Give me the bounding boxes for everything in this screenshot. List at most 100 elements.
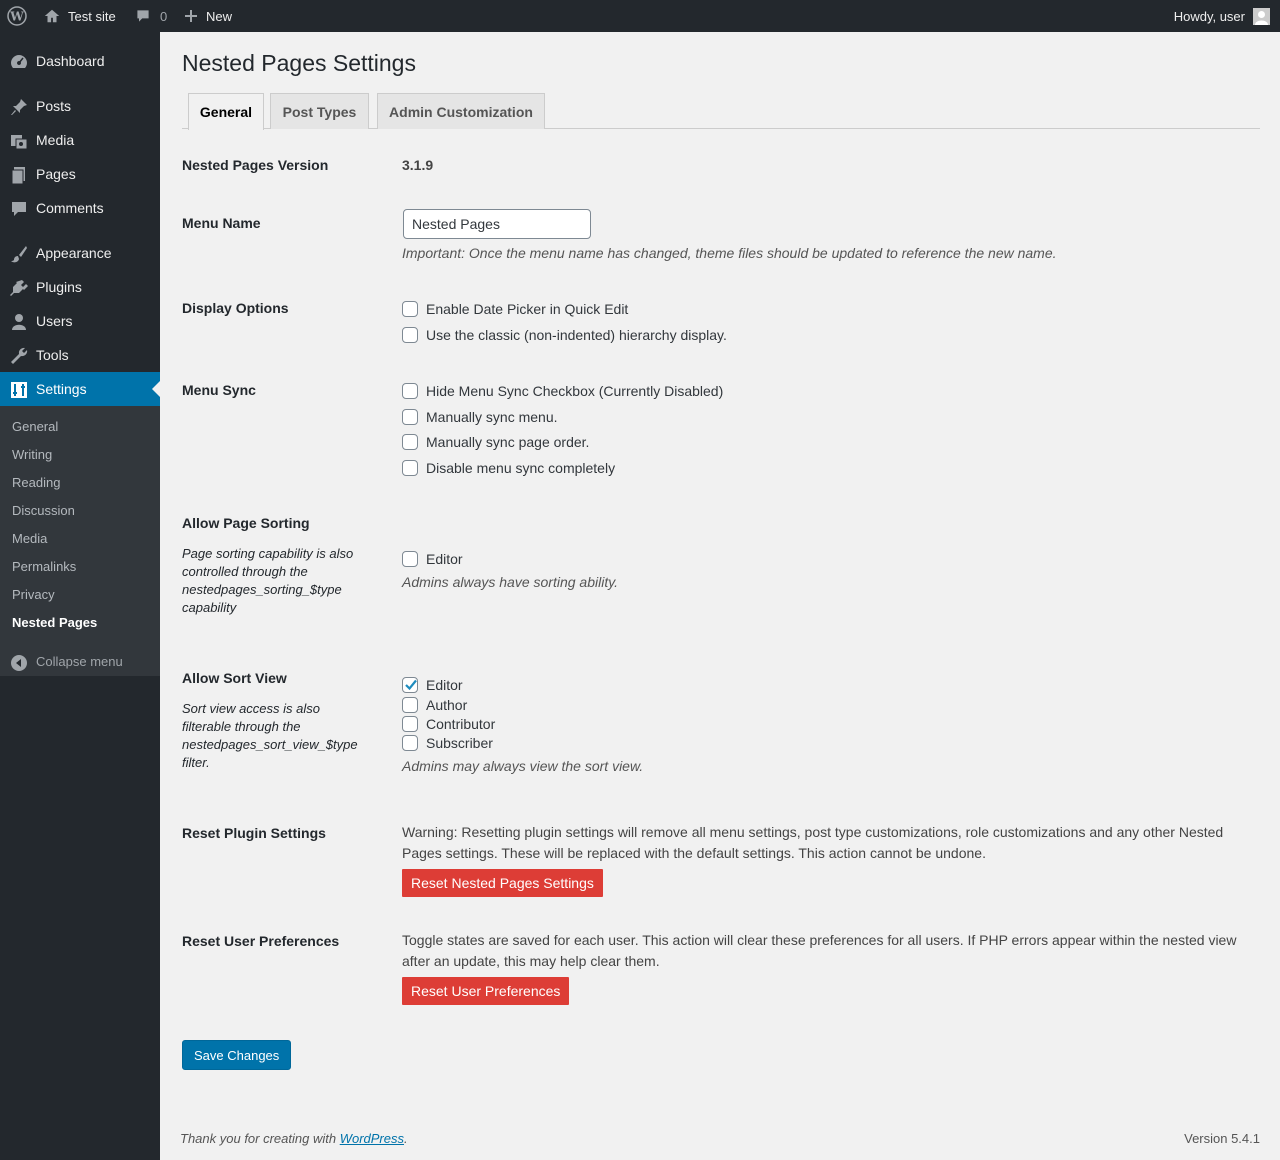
menu-item-label: Comments bbox=[36, 200, 104, 216]
disable-sync-checkbox[interactable] bbox=[402, 460, 418, 476]
reset-plugin-warning: Warning: Resetting plugin settings will … bbox=[402, 824, 1224, 861]
menu-item-label: Pages bbox=[36, 166, 76, 182]
submenu-item-general[interactable]: General bbox=[12, 419, 58, 434]
option-label: Contributor bbox=[426, 716, 496, 732]
sortview-subscriber-checkbox[interactable] bbox=[402, 735, 418, 751]
classic-display-option[interactable]: Use the classic (non-indented) hierarchy… bbox=[402, 326, 727, 344]
sortview-editor-option[interactable]: Editor bbox=[402, 676, 463, 694]
submenu-item-writing[interactable]: Writing bbox=[12, 447, 52, 462]
menu-item-tools[interactable]: Tools bbox=[0, 338, 160, 372]
comment-icon bbox=[137, 10, 149, 22]
option-label: Use the classic (non-indented) hierarchy… bbox=[426, 327, 727, 343]
sortview-subscriber-option[interactable]: Subscriber bbox=[402, 734, 493, 752]
dashboard-icon bbox=[11, 55, 27, 68]
option-label: Enable Date Picker in Quick Edit bbox=[426, 301, 629, 317]
brush-icon bbox=[11, 246, 27, 263]
main-content: Nested Pages Settings General Post Types… bbox=[160, 32, 1280, 1160]
option-label: Editor bbox=[426, 551, 463, 567]
menu-name-value: Nested Pages bbox=[412, 216, 500, 232]
submenu-item-reading[interactable]: Reading bbox=[12, 475, 60, 490]
submenu-item-media[interactable]: Media bbox=[12, 531, 47, 546]
footer-thanks-text: Thank you for creating with bbox=[180, 1131, 340, 1146]
footer-thanks: Thank you for creating with WordPress. bbox=[180, 1131, 408, 1146]
disable-sync-option[interactable]: Disable menu sync completely bbox=[402, 459, 615, 477]
version-label: Nested Pages Version bbox=[182, 157, 329, 173]
tab-admin-customization[interactable]: Admin Customization bbox=[377, 93, 545, 129]
tab-post-types[interactable]: Post Types bbox=[270, 93, 369, 129]
reset-user-preferences-button[interactable]: Reset User Preferences bbox=[402, 977, 570, 1005]
wordpress-link[interactable]: WordPress bbox=[340, 1131, 404, 1146]
reset-plugin-settings-button[interactable]: Reset Nested Pages Settings bbox=[402, 869, 603, 897]
sortview-editor-checkbox[interactable] bbox=[402, 677, 418, 693]
howdy-text: Howdy, user bbox=[1173, 8, 1245, 24]
manual-sync-order-checkbox[interactable] bbox=[402, 434, 418, 450]
save-changes-button[interactable]: Save Changes bbox=[182, 1040, 292, 1070]
reset-user-text: Toggle states are saved for each user. T… bbox=[402, 932, 1237, 969]
pages-icon bbox=[11, 167, 25, 185]
menu-item-comments[interactable]: Comments bbox=[0, 191, 160, 225]
submenu-item-permalinks[interactable]: Permalinks bbox=[12, 559, 76, 574]
manual-sync-menu-option[interactable]: Manually sync menu. bbox=[402, 408, 558, 426]
hide-sync-option[interactable]: Hide Menu Sync Checkbox (Currently Disab… bbox=[402, 382, 723, 400]
site-name: Test site bbox=[68, 8, 116, 24]
menu-item-pages[interactable]: Pages bbox=[0, 157, 160, 191]
sort-view-label: Allow Sort View bbox=[182, 670, 287, 686]
menu-item-posts[interactable]: Posts bbox=[0, 89, 160, 123]
avatar bbox=[1253, 7, 1270, 25]
manual-sync-order-option[interactable]: Manually sync page order. bbox=[402, 433, 589, 451]
admin-bar: W Test site 0 New Howdy, user bbox=[0, 0, 1280, 32]
date-picker-checkbox[interactable] bbox=[402, 301, 418, 317]
reset-plugin-label: Reset Plugin Settings bbox=[182, 825, 326, 841]
option-label: Disable menu sync completely bbox=[426, 460, 616, 476]
my-account-link[interactable]: Howdy, user bbox=[1174, 0, 1270, 32]
comments-link[interactable]: 0 bbox=[135, 0, 167, 32]
hide-sync-checkbox[interactable] bbox=[402, 383, 418, 399]
menu-item-label: Appearance bbox=[36, 245, 112, 261]
page-sorting-label: Allow Page Sorting bbox=[182, 515, 310, 531]
option-label: Manually sync menu. bbox=[426, 409, 558, 425]
submenu-item-nested-pages[interactable]: Nested Pages bbox=[12, 615, 97, 630]
menu-item-dashboard[interactable]: Dashboard bbox=[0, 44, 160, 78]
option-label: Subscriber bbox=[426, 735, 493, 751]
submenu-item-privacy[interactable]: Privacy bbox=[12, 587, 55, 602]
wrench-icon bbox=[11, 347, 28, 364]
menu-item-label: Dashboard bbox=[36, 53, 105, 69]
footer-period: . bbox=[404, 1131, 408, 1146]
settings-submenu: General Writing Reading Discussion Media… bbox=[0, 406, 160, 676]
collapse-label: Collapse menu bbox=[36, 653, 123, 669]
site-name-link[interactable]: Test site bbox=[43, 0, 116, 32]
sorting-editor-checkbox[interactable] bbox=[402, 551, 418, 567]
sort-view-description: Admins may always view the sort view. bbox=[402, 758, 644, 774]
new-content-link[interactable]: New bbox=[184, 0, 232, 32]
menu-item-users[interactable]: Users bbox=[0, 304, 160, 338]
menu-item-plugins[interactable]: Plugins bbox=[0, 270, 160, 304]
comment-icon bbox=[12, 202, 26, 216]
sortview-contributor-checkbox[interactable] bbox=[402, 716, 418, 732]
settings-icon bbox=[11, 382, 27, 398]
page-title: Nested Pages Settings bbox=[182, 50, 416, 76]
sortview-author-checkbox[interactable] bbox=[402, 697, 418, 713]
wordpress-logo-icon[interactable]: W bbox=[7, 0, 27, 32]
date-picker-option[interactable]: Enable Date Picker in Quick Edit bbox=[402, 300, 628, 318]
collapse-menu-button[interactable]: Collapse menu bbox=[0, 644, 160, 678]
menu-item-settings[interactable]: Settings bbox=[0, 372, 160, 406]
menu-item-media[interactable]: Media bbox=[0, 123, 160, 157]
new-label: New bbox=[206, 8, 233, 24]
version-value: 3.1.9 bbox=[402, 157, 434, 173]
menu-sync-label: Menu Sync bbox=[182, 382, 256, 398]
menu-name-input[interactable]: Nested Pages bbox=[403, 209, 591, 239]
menu-item-label: Posts bbox=[36, 98, 72, 114]
option-label: Author bbox=[426, 697, 468, 713]
tab-general[interactable]: General bbox=[188, 93, 264, 130]
reset-user-label: Reset User Preferences bbox=[182, 933, 340, 949]
classic-display-checkbox[interactable] bbox=[402, 327, 418, 343]
manual-sync-menu-checkbox[interactable] bbox=[402, 409, 418, 425]
svg-text:W: W bbox=[9, 10, 24, 24]
admin-sidebar: Dashboard Posts Media Pages Comments App… bbox=[0, 32, 160, 1160]
sortview-author-option[interactable]: Author bbox=[402, 696, 467, 714]
sortview-contributor-option[interactable]: Contributor bbox=[402, 715, 495, 733]
sorting-editor-option[interactable]: Editor bbox=[402, 550, 463, 568]
page-sorting-description: Admins always have sorting ability. bbox=[402, 574, 619, 590]
submenu-item-discussion[interactable]: Discussion bbox=[12, 503, 75, 518]
menu-item-appearance[interactable]: Appearance bbox=[0, 236, 160, 270]
